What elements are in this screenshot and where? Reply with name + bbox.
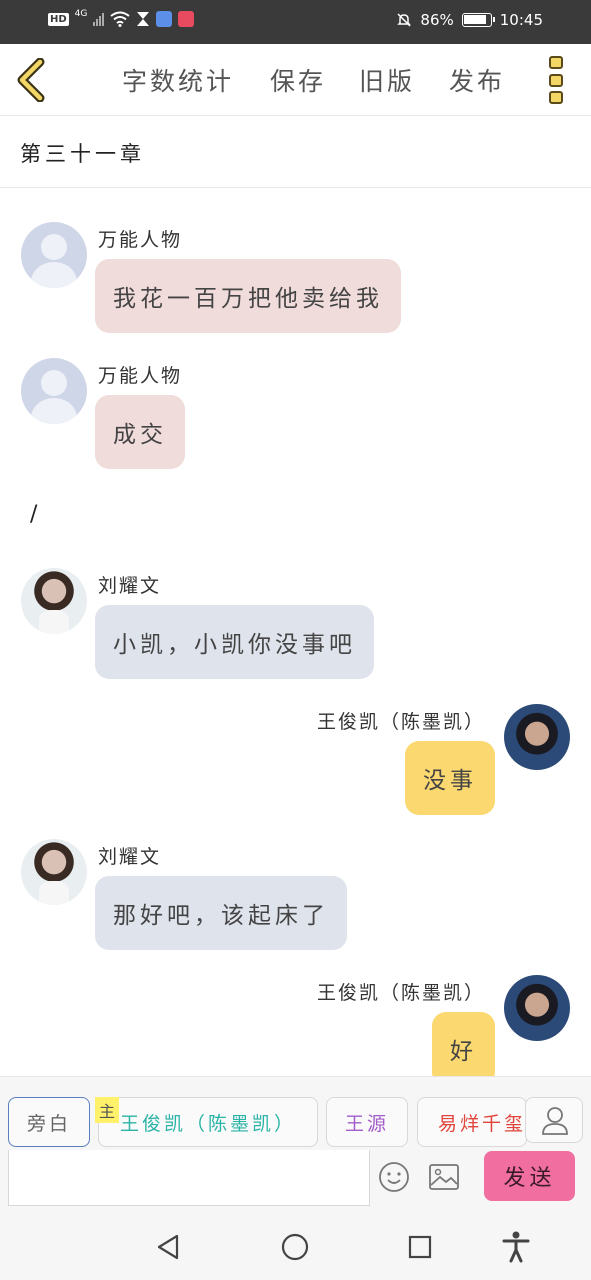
role-label: 旁白 <box>26 1112 71 1135</box>
role-label: 易烊千玺 <box>438 1112 527 1135</box>
accessibility-icon[interactable] <box>501 1231 531 1263</box>
old-version-button[interactable]: 旧版 <box>359 62 415 98</box>
network-type: 4G <box>74 9 88 19</box>
character-manager-button[interactable] <box>525 1097 583 1143</box>
avatar <box>504 975 570 1041</box>
message-bubble[interactable]: 我花一百万把他卖给我 <box>95 259 401 333</box>
composer: 发送 <box>0 1150 591 1208</box>
book-app-icon <box>178 11 195 27</box>
more-menu-icon[interactable] <box>549 56 567 104</box>
person-icon <box>542 1107 568 1135</box>
status-left: HD 4G <box>48 9 195 27</box>
publish-button[interactable]: 发布 <box>449 62 505 98</box>
editor-toolbar: 字数统计 保存 旧版 发布 <box>0 44 591 116</box>
narration-text[interactable]: / <box>30 502 37 527</box>
role-wang-yuan[interactable]: 王源 <box>326 1097 408 1147</box>
role-wang-junkai[interactable]: 王俊凯（陈墨凯） <box>98 1097 318 1147</box>
avatar <box>504 704 570 770</box>
role-label: 王俊凯（陈墨凯） <box>119 1112 296 1135</box>
speaker-name: 万能人物 <box>98 365 183 387</box>
role-narrator[interactable]: 旁白 <box>8 1097 90 1147</box>
chat-message[interactable]: 刘耀文 小凯，小凯你没事吧 <box>0 559 591 689</box>
avatar <box>21 568 87 634</box>
chat-message[interactable]: 王俊凯（陈墨凯） 好 <box>0 970 591 1076</box>
hd-icon: HD <box>48 12 69 26</box>
chapter-title[interactable]: 第三十一章 <box>20 138 145 168</box>
chat-message[interactable]: 万能人物 我花一百万把他卖给我 <box>0 189 591 339</box>
battery-percent: 86% <box>420 11 454 29</box>
default-avatar <box>21 222 87 288</box>
default-avatar <box>21 358 87 424</box>
image-icon[interactable] <box>428 1163 460 1191</box>
hourglass-icon <box>137 12 150 26</box>
role-yi-yangqianxi[interactable]: 易烊千玺 <box>417 1097 527 1147</box>
speaker-name: 刘耀文 <box>98 846 162 868</box>
speaker-name: 王俊凯（陈墨凯） <box>316 711 485 733</box>
message-bubble[interactable]: 成交 <box>95 395 185 469</box>
chapter-header: 第三十一章 <box>0 116 591 188</box>
main-role-badge: 主 <box>95 1097 119 1123</box>
wifi-icon <box>110 11 130 27</box>
speaker-name: 万能人物 <box>98 229 183 251</box>
music-app-icon <box>156 11 173 27</box>
back-arrow-icon[interactable] <box>14 58 50 102</box>
role-selector: 旁白 王俊凯（陈墨凯） 主 王源 易烊千玺 <box>0 1076 591 1150</box>
chat-message[interactable]: 万能人物 成交 <box>0 339 591 479</box>
chat-message[interactable]: 王俊凯（陈墨凯） 没事 <box>0 699 591 829</box>
home-nav-icon[interactable] <box>281 1233 309 1261</box>
message-bubble[interactable]: 没事 <box>405 741 495 815</box>
battery-icon <box>461 13 495 27</box>
clock: 10:45 <box>499 11 543 29</box>
role-label: 王源 <box>344 1112 389 1135</box>
speaker-name: 刘耀文 <box>98 575 162 597</box>
status-right: 86% 10:45 <box>396 11 543 29</box>
emoji-icon[interactable] <box>378 1161 410 1193</box>
status-bar: HD 4G 86% 10:45 <box>0 0 591 44</box>
system-nav-bar <box>0 1208 591 1280</box>
save-button[interactable]: 保存 <box>270 62 326 98</box>
back-nav-icon[interactable] <box>156 1234 180 1260</box>
message-input[interactable] <box>8 1150 370 1206</box>
avatar <box>21 839 87 905</box>
word-count-button[interactable]: 字数统计 <box>122 62 234 98</box>
send-button[interactable]: 发送 <box>484 1151 575 1201</box>
chat-area[interactable]: 万能人物 我花一百万把他卖给我 万能人物 成交 / 刘耀文 小凯，小凯你没事吧 … <box>0 189 591 1076</box>
mute-icon <box>397 13 412 27</box>
recents-nav-icon[interactable] <box>408 1235 432 1259</box>
message-bubble[interactable]: 好 <box>432 1012 495 1076</box>
signal-icon <box>93 12 105 26</box>
message-bubble[interactable]: 小凯，小凯你没事吧 <box>95 605 374 679</box>
message-bubble[interactable]: 那好吧，该起床了 <box>95 876 347 950</box>
speaker-name: 王俊凯（陈墨凯） <box>316 982 485 1004</box>
chat-message[interactable]: 刘耀文 那好吧，该起床了 <box>0 830 591 960</box>
